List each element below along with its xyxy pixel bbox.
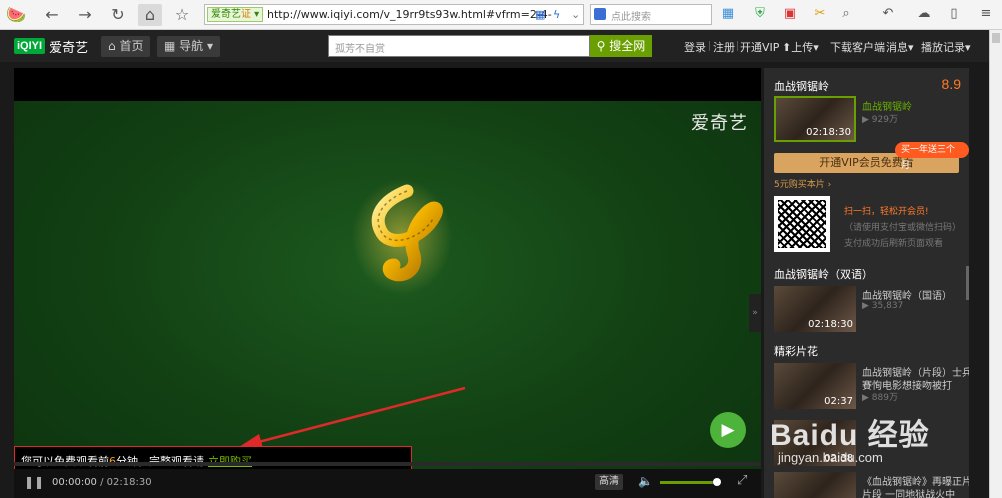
volume-knob[interactable] [713, 478, 721, 486]
register-link[interactable]: 注册 [713, 39, 735, 55]
highlight-title-line2: 片段 一同地狱战火中 [862, 490, 956, 498]
download-client-link[interactable]: 下载客户端 [830, 39, 885, 55]
upload-link[interactable]: ⬆上传▾ [782, 39, 819, 55]
pause-icon[interactable]: ❚❚ [24, 475, 44, 489]
current-video-views: ▶ 929万 [862, 115, 898, 125]
highlight-thumb[interactable] [774, 472, 856, 498]
logo-mark: iQIYI [14, 38, 46, 54]
page-scrollbar[interactable] [989, 30, 1002, 498]
url-text[interactable]: http://www.iqiyi.com/v_19rr9ts93w.html#v… [267, 8, 552, 21]
quality-button[interactable]: 高清 [595, 474, 623, 490]
guide-nav-button[interactable]: ▦ 导航 ▾ [157, 36, 221, 57]
sidebar-scrollbar[interactable] [966, 266, 969, 300]
qr-caption: 扫一扫，轻松开会员! [844, 207, 929, 217]
browser-favicon-icon: 🍉 [6, 5, 26, 24]
history-link[interactable]: 播放记录▾ [921, 39, 971, 55]
search-icon: ⚲ [596, 39, 606, 53]
phone-icon[interactable]: ▯ [946, 5, 962, 23]
site-search-input[interactable]: 孤芳不自赏 [328, 35, 590, 57]
messages-link[interactable]: 消息▾ [886, 39, 914, 55]
divider [737, 41, 738, 51]
qr-code-icon[interactable]: ▦ [535, 8, 545, 21]
iqiyi-watermark: 爱奇艺 [691, 113, 748, 134]
divider [709, 41, 710, 51]
home-nav-button[interactable]: ⌂ 首页 [101, 36, 151, 57]
pdf-icon[interactable]: ▣ [782, 5, 798, 23]
iqiyi-app-icon[interactable]: ▶ [710, 412, 746, 448]
highlight-thumb[interactable]: 02:37 [774, 363, 856, 409]
cloud-icon[interactable]: ☁ [916, 5, 932, 23]
address-bar[interactable]: 爱奇艺证 ▾ http://www.iqiyi.com/v_19rr9ts93w… [204, 4, 584, 25]
bilingual-section-title: 血战钢锯岭（双语） [774, 268, 873, 281]
favorite-star-icon[interactable]: ☆ [170, 4, 194, 26]
bilingual-video-title[interactable]: 血战钢锯岭（国语） [862, 287, 952, 302]
highlights-section-title: 精彩片花 [774, 345, 818, 358]
site-header: iQIYI 爱奇艺 ⌂ 首页 ▦ 导航 ▾ 孤芳不自赏 ⚲ 搜全网 登录 注册 … [0, 30, 1002, 62]
volume-fill [660, 481, 713, 484]
browser-search-placeholder: 点此搜索 [611, 12, 651, 23]
lightning-icon[interactable]: ϟ [553, 8, 560, 21]
browser-search-box[interactable]: 点此搜索 [590, 4, 712, 25]
qr-hint: （请使用支付宝或微信扫码） [844, 223, 962, 233]
progress-bar[interactable] [14, 462, 761, 466]
bilingual-video-views: ▶ 35,837 [862, 301, 904, 311]
login-link[interactable]: 登录 [684, 39, 706, 55]
time-display: 00:00:00 / 02:18:30 [52, 477, 152, 488]
player-control-bar: ❚❚ 00:00:00 / 02:18:30 高清 🔈 ⤢ [14, 469, 761, 498]
undo-icon[interactable]: ↶ [880, 5, 896, 23]
sidebar-toggle-tab[interactable]: » [749, 294, 761, 332]
screenshot-icon[interactable]: ✂ [812, 5, 828, 23]
grid-icon: ▦ [164, 39, 176, 53]
vip-link[interactable]: 开通VIP [740, 39, 779, 55]
forward-icon[interactable]: → [73, 4, 97, 26]
apps-icon[interactable]: ▦ [720, 5, 736, 23]
volume-icon[interactable]: 🔈 [638, 474, 653, 488]
current-video-thumb[interactable]: 02:18:30 [774, 96, 856, 142]
buy-film-link[interactable]: 5元购买本片 › [774, 177, 831, 190]
baidu-jingyan-watermark: Baidu 经验 [770, 419, 930, 452]
volume-slider[interactable] [660, 478, 721, 486]
video-player[interactable]: 爱奇艺 » ▶ 您可以免费观看前6分钟 [14, 68, 761, 498]
refresh-icon[interactable]: ↻ [106, 4, 130, 26]
home-nav-icon: ⌂ [108, 39, 116, 53]
bilingual-video-thumb[interactable]: 02:18:30 [774, 286, 856, 332]
menu-icon[interactable]: ≡ [978, 5, 994, 23]
browser-toolbar: 🍉 ← → ↻ ⌂ ☆ 爱奇艺证 ▾ http://www.iqiyi.com/… [0, 0, 1002, 30]
baidu-paw-icon [594, 8, 606, 20]
baidu-jingyan-url: jingyan.baidu.com [778, 450, 883, 465]
fullscreen-icon[interactable]: ⤢ [737, 473, 747, 488]
highlight-views: ▶ 889万 [862, 393, 898, 403]
search-all-button[interactable]: ⚲ 搜全网 [590, 35, 652, 57]
home-icon[interactable]: ⌂ [138, 4, 162, 26]
vip-promo-badge: 买一年送三个月 [895, 142, 969, 171]
magnifier-icon[interactable]: ⌕ [838, 5, 854, 23]
annotation-arrow-icon [239, 386, 466, 448]
sidebar-title: 血战钢锯岭 [774, 80, 829, 93]
current-video-title[interactable]: 血战钢锯岭 [862, 98, 912, 113]
iqiyi-film-ribbon-icon [352, 179, 452, 295]
shield-icon[interactable]: ⛨ [752, 5, 768, 23]
iqiyi-logo[interactable]: iQIYI 爱奇艺 [14, 36, 88, 56]
logo-text: 爱奇艺 [49, 40, 89, 56]
qr-code [774, 196, 830, 252]
score-badge: 8.9 [941, 76, 961, 92]
chevron-down-icon[interactable]: ⌄ [571, 8, 580, 21]
site-cert-badge[interactable]: 爱奇艺证 ▾ [207, 7, 264, 22]
back-icon[interactable]: ← [40, 4, 64, 26]
qr-note: 支付成功后刷新页面观看 [844, 239, 944, 249]
